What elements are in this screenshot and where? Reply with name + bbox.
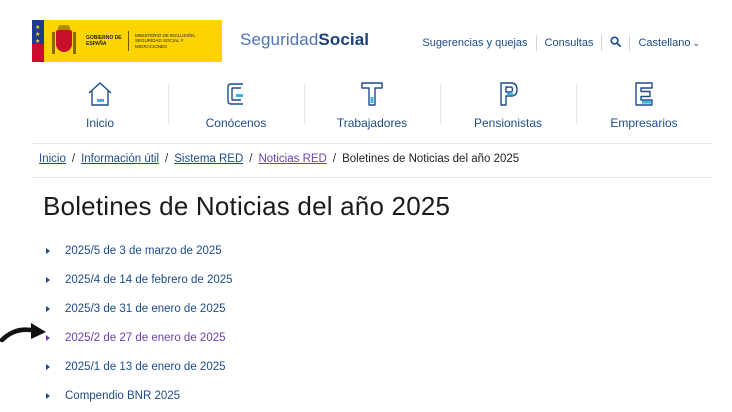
breadcrumb-separator: / bbox=[249, 153, 253, 165]
list-item: Compendio BNR 2025 bbox=[46, 381, 233, 410]
breadcrumb-noticias-red[interactable]: Noticias RED bbox=[258, 153, 326, 165]
breadcrumb-separator: / bbox=[165, 153, 169, 165]
site-header: ★ ★ ★ GOBIERNO DE ESPAÑA MINISTERIO DE INC… bbox=[0, 0, 732, 75]
bulletin-link[interactable]: 2025/5 de 3 de marzo de 2025 bbox=[65, 245, 222, 257]
logo-divider bbox=[128, 31, 129, 51]
sugerencias-link[interactable]: Sugerencias y quejas bbox=[414, 37, 535, 49]
breadcrumb-inicio[interactable]: Inicio bbox=[39, 153, 66, 165]
page-title: Boletines de Noticias del año 2025 bbox=[43, 191, 451, 221]
bullet-triangle-icon bbox=[46, 305, 50, 312]
nav-label: Inicio bbox=[85, 116, 114, 130]
nav-label: Trabajadores bbox=[336, 116, 408, 130]
nav-item-inicio[interactable]: Inicio bbox=[32, 76, 168, 143]
letter-e-icon bbox=[635, 82, 653, 106]
nav-item-pensionistas[interactable]: Pensionistas bbox=[440, 76, 576, 143]
language-label: Castellano bbox=[638, 37, 691, 49]
gobierno-label: GOBIERNO DE ESPAÑA bbox=[86, 35, 122, 47]
breadcrumb: Inicio / Información útil / Sistema RED / Noti… bbox=[39, 153, 519, 165]
pointer-arrow-icon bbox=[0, 323, 46, 343]
breadcrumb-sistema-red[interactable]: Sistema RED bbox=[174, 153, 243, 165]
eu-flag-icon: ★ ★ ★ bbox=[32, 20, 44, 62]
bullet-triangle-icon bbox=[46, 276, 50, 283]
seguridad-social-logo[interactable]: SeguridadSocial bbox=[240, 30, 369, 50]
breadcrumb-divider bbox=[32, 177, 712, 178]
top-links: Sugerencias y quejas Consultas Castellan… bbox=[414, 35, 700, 51]
brand-part-1: Seguridad bbox=[240, 30, 319, 49]
nav-label: Pensionistas bbox=[473, 116, 543, 130]
bulletin-link[interactable]: 2025/4 de 14 de febrero de 2025 bbox=[65, 274, 233, 286]
list-item: 2025/1 de 13 de enero de 2025 bbox=[46, 352, 233, 381]
bulletin-link[interactable]: 2025/1 de 13 de enero de 2025 bbox=[65, 361, 226, 373]
nav-label: Empresarios bbox=[610, 116, 678, 130]
breadcrumb-separator: / bbox=[71, 153, 76, 165]
list-item: 2025/3 de 31 de enero de 2025 bbox=[46, 294, 233, 323]
list-item: 2025/4 de 14 de febrero de 2025 bbox=[46, 265, 233, 294]
language-selector[interactable]: Castellano ⌄ bbox=[630, 37, 700, 49]
nav-item-conocenos[interactable]: Conócenos bbox=[168, 76, 304, 143]
brand-part-2: Social bbox=[318, 30, 370, 49]
bulletin-list: 2025/5 de 3 de marzo de 2025 2025/4 de 1… bbox=[46, 236, 233, 410]
bullet-triangle-icon bbox=[46, 392, 50, 399]
nav-item-empresarios[interactable]: Empresarios bbox=[576, 76, 712, 143]
nav-label: Conócenos bbox=[205, 116, 267, 130]
coat-of-arms-icon bbox=[51, 24, 77, 58]
bullet-triangle-icon bbox=[46, 363, 50, 370]
ministerio-label: MINISTERIO DE INCLUSIÓN, SEGURIDAD SOCIA… bbox=[135, 32, 196, 49]
nav-item-trabajadores[interactable]: Trabajadores bbox=[304, 76, 440, 143]
bullet-triangle-icon bbox=[46, 247, 50, 254]
letter-p-icon bbox=[500, 82, 518, 106]
bulletin-link[interactable]: 2025/3 de 31 de enero de 2025 bbox=[65, 303, 226, 315]
government-logo[interactable]: ★ ★ ★ GOBIERNO DE ESPAÑA MINISTERIO DE INC… bbox=[32, 20, 222, 62]
chevron-down-icon: ⌄ bbox=[692, 38, 700, 48]
list-item: 2025/2 de 27 de enero de 2025 bbox=[46, 323, 233, 352]
search-icon[interactable] bbox=[602, 36, 629, 50]
letter-t-icon bbox=[361, 82, 383, 106]
letter-c-icon bbox=[227, 83, 243, 105]
breadcrumb-informacion-util[interactable]: Información útil bbox=[81, 153, 159, 165]
bulletin-link[interactable]: 2025/2 de 27 de enero de 2025 bbox=[65, 332, 226, 344]
bulletin-link[interactable]: Compendio BNR 2025 bbox=[65, 390, 180, 402]
consultas-link[interactable]: Consultas bbox=[537, 37, 602, 49]
main-nav: Inicio Conócenos Trabajadores Pensionist… bbox=[32, 76, 712, 144]
list-item: 2025/5 de 3 de marzo de 2025 bbox=[46, 236, 233, 265]
home-icon bbox=[88, 82, 112, 106]
breadcrumb-current: Boletines de Noticias del año 2025 bbox=[342, 153, 520, 165]
breadcrumb-separator: / bbox=[332, 153, 337, 165]
